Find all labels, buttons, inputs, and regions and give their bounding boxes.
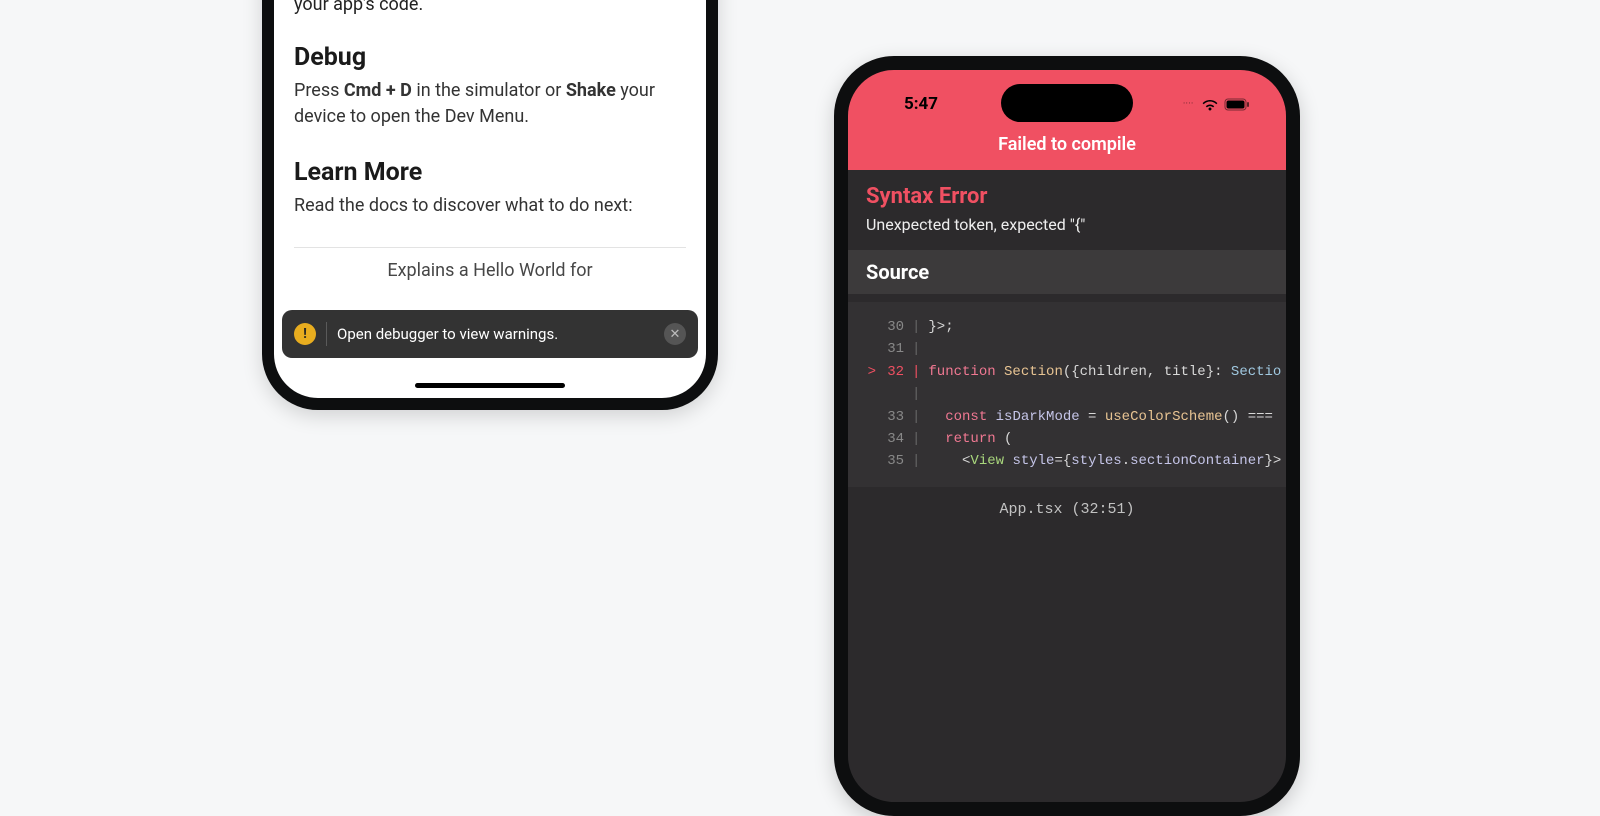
compile-banner: Failed to compile <box>848 128 1286 155</box>
code-line-error: > 32 | function Section({children, title… <box>862 361 1268 383</box>
error-message: Unexpected token, expected "{" <box>866 215 1268 234</box>
code-content: const isDarkMode = useColorScheme() === <box>928 406 1273 428</box>
line-number: 35 <box>876 450 904 472</box>
close-icon[interactable]: ✕ <box>664 323 686 345</box>
gutter-pipe: | <box>912 338 920 360</box>
code-line: | <box>862 383 1268 405</box>
code-block: 30 | }>; 31 | > 32 | function Section({c… <box>848 302 1286 487</box>
home-indicator[interactable] <box>415 383 565 388</box>
code-line: 34 | return ( <box>862 428 1268 450</box>
code-content: function Section({children, title}: Sect… <box>928 361 1281 383</box>
line-number: 32 <box>876 361 904 383</box>
gutter-pipe: | <box>912 406 920 428</box>
status-dots-icon: •••• <box>1183 101 1194 107</box>
phone-mockup-right: 5:47 •••• Failed to compile Syntax Error… <box>834 56 1300 816</box>
partial-line: your app's code. <box>294 0 686 17</box>
code-line: 33 | const isDarkMode = useColorScheme()… <box>862 406 1268 428</box>
text: in the simulator or <box>412 80 566 101</box>
warning-toast[interactable]: ! Open debugger to view warnings. ✕ <box>282 310 698 358</box>
line-number: 34 <box>876 428 904 450</box>
gutter-pipe: | <box>912 361 920 383</box>
gutter-pipe: | <box>912 383 920 405</box>
line-number: 33 <box>876 406 904 428</box>
text: Press <box>294 80 344 101</box>
section-heading-learn-more: Learn More <box>294 158 686 187</box>
phone-mockup-left: your app's code. Debug Press Cmd + D in … <box>262 0 718 410</box>
code-content: return ( <box>928 428 1012 450</box>
gutter-pipe: | <box>912 316 920 338</box>
status-time: 5:47 <box>904 94 938 114</box>
code-content: <View style={styles.sectionContainer}> <box>928 450 1281 472</box>
code-line: 30 | }>; <box>862 316 1268 338</box>
gutter-pipe: | <box>912 428 920 450</box>
warning-icon: ! <box>294 323 316 345</box>
screen: your app's code. Debug Press Cmd + D in … <box>274 0 706 398</box>
code-content: }>; <box>928 316 953 338</box>
section-body-debug: Press Cmd + D in the simulator or Shake … <box>294 78 686 130</box>
section-heading-debug: Debug <box>294 43 686 72</box>
line-number: 31 <box>876 338 904 360</box>
error-banner-area: 5:47 •••• Failed to compile <box>848 70 1286 170</box>
file-location: App.tsx (32:51) <box>848 487 1286 532</box>
toast-message: Open debugger to view warnings. <box>337 325 654 343</box>
toast-divider <box>326 322 327 346</box>
bold-text: Shake <box>566 80 616 101</box>
dynamic-island <box>1001 84 1133 122</box>
divider <box>294 247 686 248</box>
section-body-learn-more: Read the docs to discover what to do nex… <box>294 193 686 219</box>
source-header: Source <box>848 250 1286 294</box>
gutter-pipe: | <box>912 450 920 472</box>
gutter-marker: > <box>862 361 876 383</box>
line-number: 30 <box>876 316 904 338</box>
status-icons: •••• <box>1183 98 1250 111</box>
bold-text: Cmd + D <box>344 80 412 101</box>
error-header: Syntax Error Unexpected token, expected … <box>848 170 1286 250</box>
code-line: 35 | <View style={styles.sectionContaine… <box>862 450 1268 472</box>
battery-icon <box>1224 98 1250 111</box>
wifi-icon <box>1201 98 1219 111</box>
error-title: Syntax Error <box>866 184 1268 209</box>
content-scroll: your app's code. Debug Press Cmd + D in … <box>294 0 686 281</box>
code-line: 31 | <box>862 338 1268 360</box>
explains-partial: Explains a Hello World for <box>294 260 686 281</box>
